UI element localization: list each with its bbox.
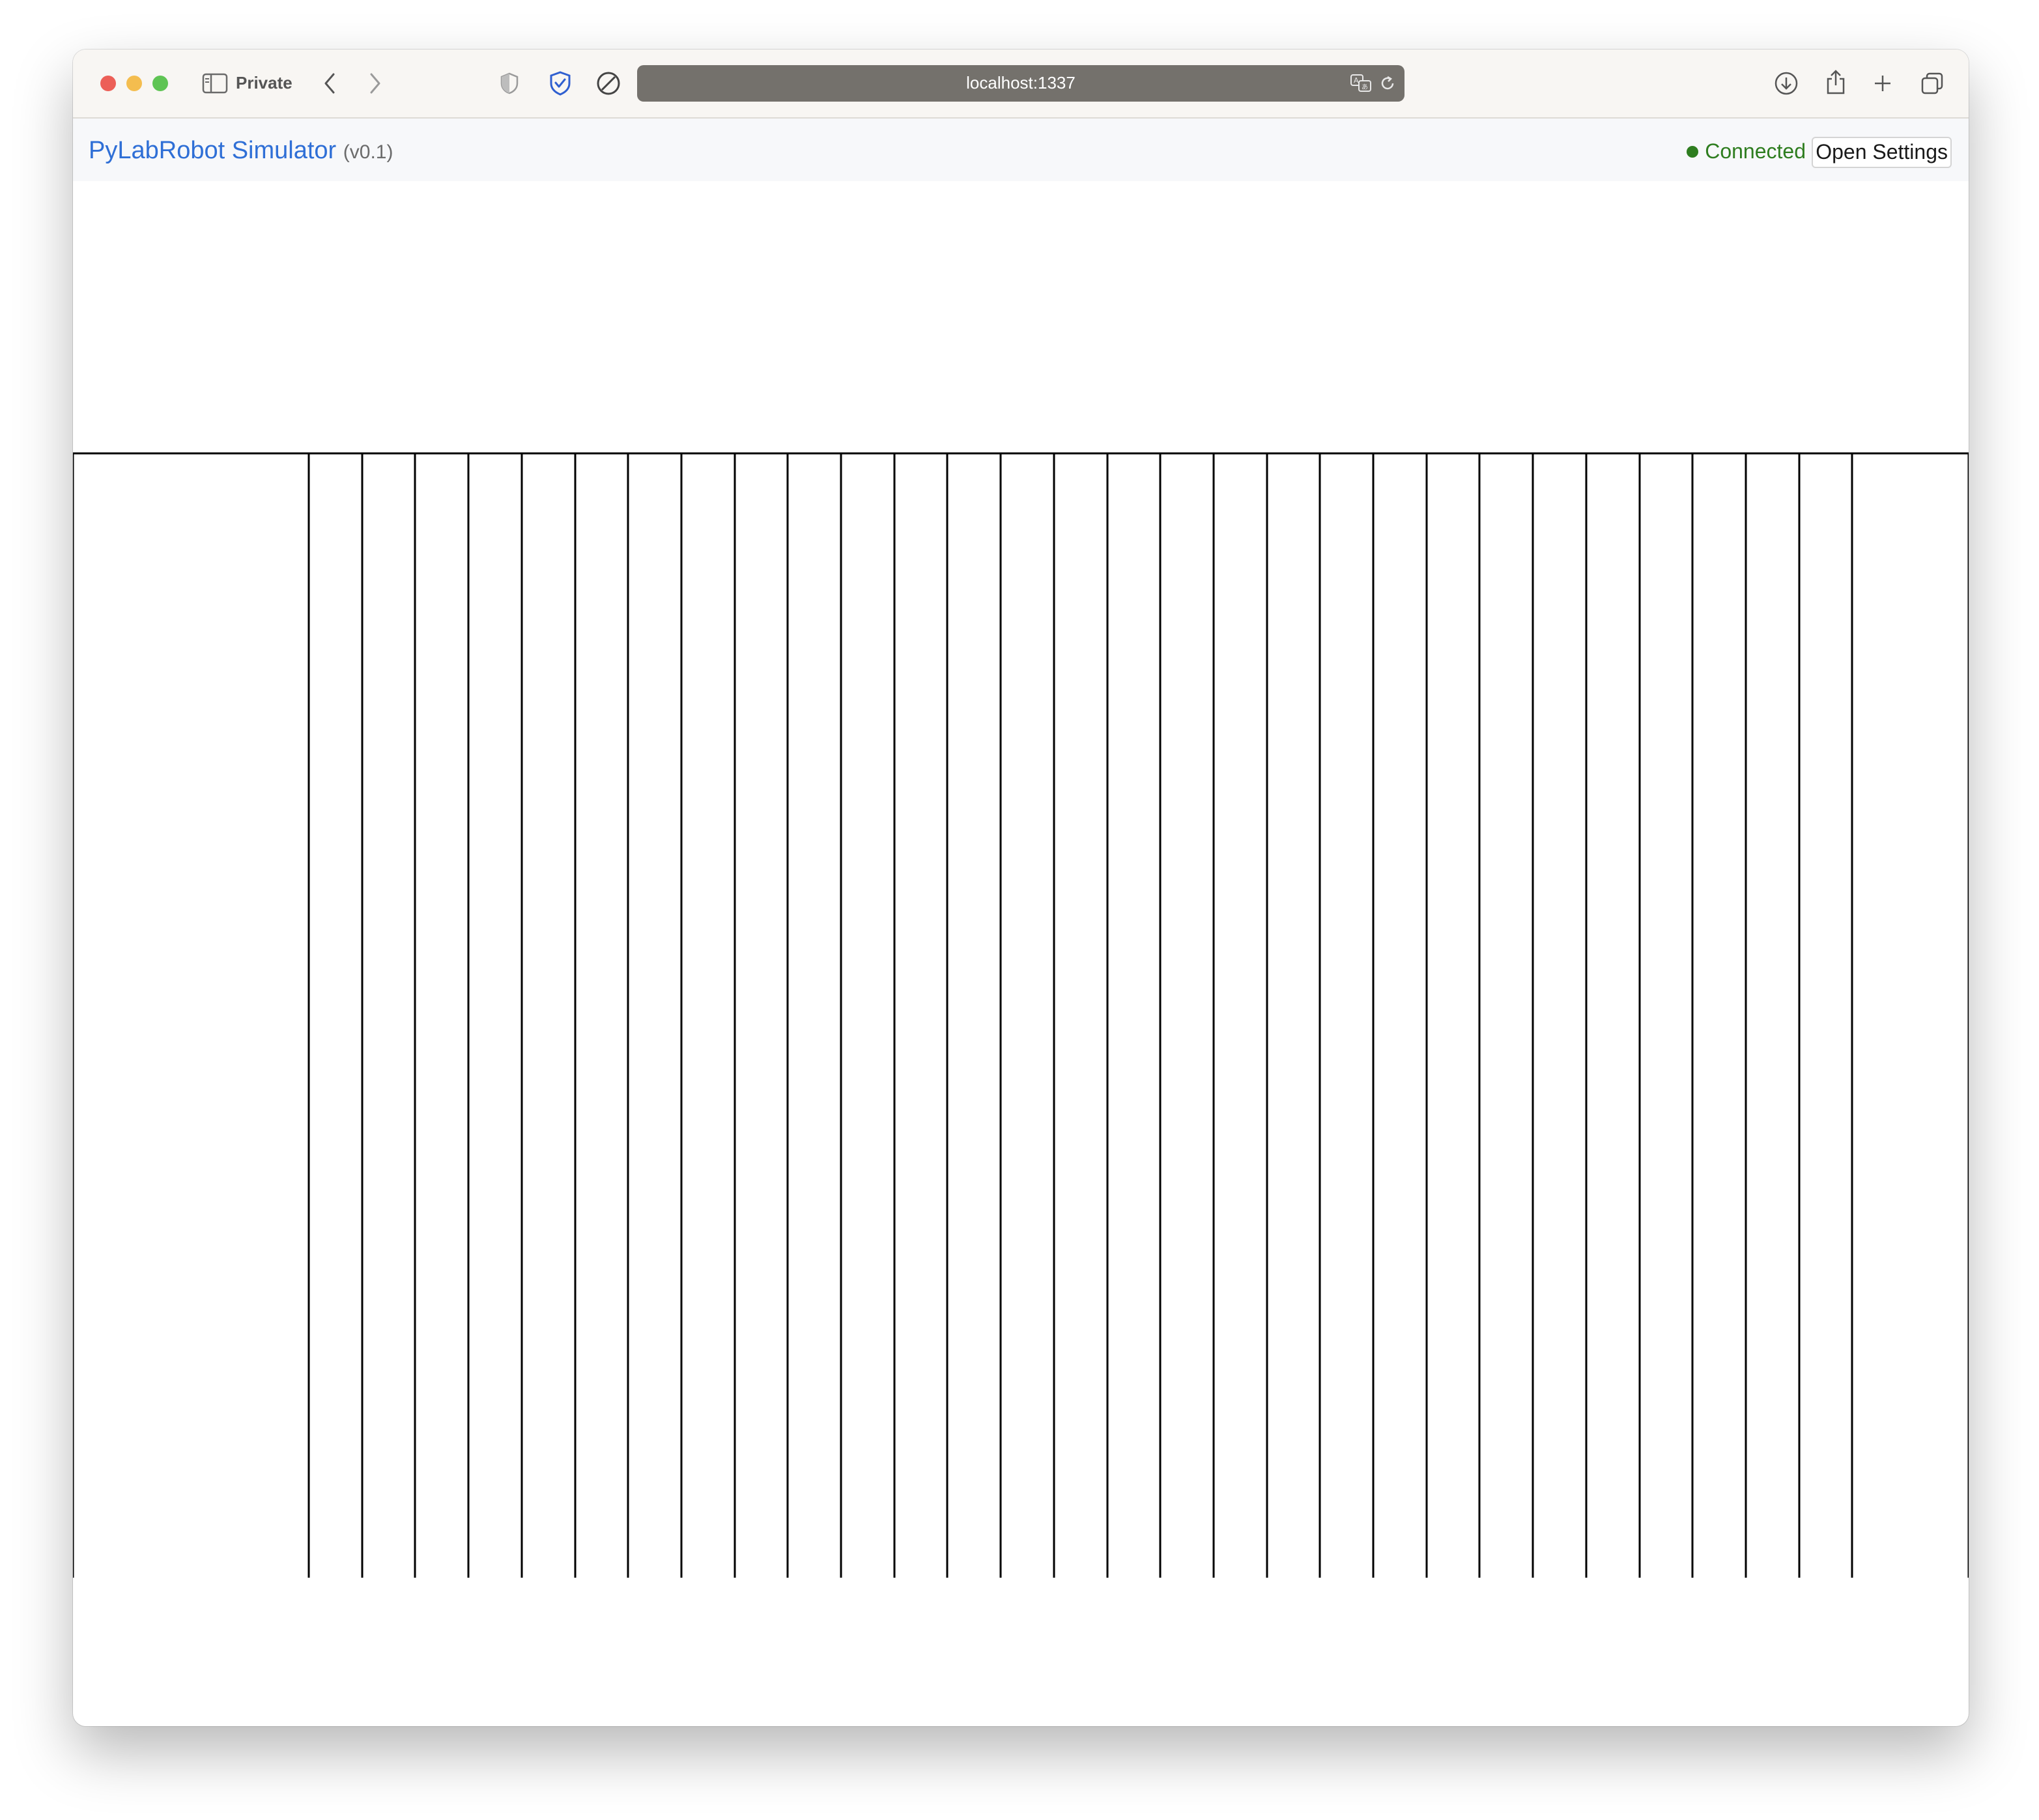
privacy-shield-icon[interactable] (495, 69, 524, 98)
password-manager-shield-icon[interactable] (545, 68, 576, 99)
svg-text:あ: あ (1362, 83, 1368, 91)
forward-icon[interactable] (361, 68, 390, 99)
app-header: PyLabRobot Simulator (v0.1) Connected Op… (73, 119, 1969, 181)
downloads-icon[interactable] (1772, 69, 1801, 98)
deck-canvas[interactable] (73, 401, 1969, 1628)
browser-toolbar: Private localhost:1337 A あ (73, 50, 1969, 119)
address-bar[interactable]: localhost:1337 A あ (637, 65, 1404, 102)
back-icon[interactable] (315, 68, 344, 99)
private-mode-label: Private (236, 73, 292, 92)
translate-icon[interactable]: A あ (1348, 72, 1375, 95)
share-icon[interactable] (1821, 66, 1850, 98)
open-settings-button[interactable]: Open Settings (1812, 137, 1952, 168)
app-title-text: PyLabRobot Simulator (89, 137, 337, 164)
sidebar-toggle-icon[interactable] (201, 69, 229, 98)
close-window-button[interactable] (100, 76, 116, 91)
status-text: Connected (1705, 139, 1806, 163)
tab-overview-icon[interactable] (1918, 69, 1946, 98)
connection-status: Connected (1687, 139, 1806, 164)
deck-outline (73, 452, 1969, 1628)
minimize-window-button[interactable] (126, 76, 142, 91)
svg-text:A: A (1354, 76, 1359, 85)
deck (73, 452, 1969, 1628)
zoom-window-button[interactable] (152, 76, 168, 91)
browser-window: Private localhost:1337 A あ PyLabRobot Si… (73, 50, 1969, 1726)
app-title[interactable]: PyLabRobot Simulator (v0.1) (89, 137, 393, 165)
block-icon[interactable] (593, 68, 624, 99)
deck-svg (73, 452, 1969, 1628)
url-text: localhost:1337 (966, 73, 1076, 92)
status-dot-icon (1687, 145, 1699, 158)
new-tab-icon[interactable] (1868, 69, 1897, 98)
app-version: (v0.1) (343, 141, 393, 163)
reload-icon[interactable] (1377, 73, 1398, 94)
